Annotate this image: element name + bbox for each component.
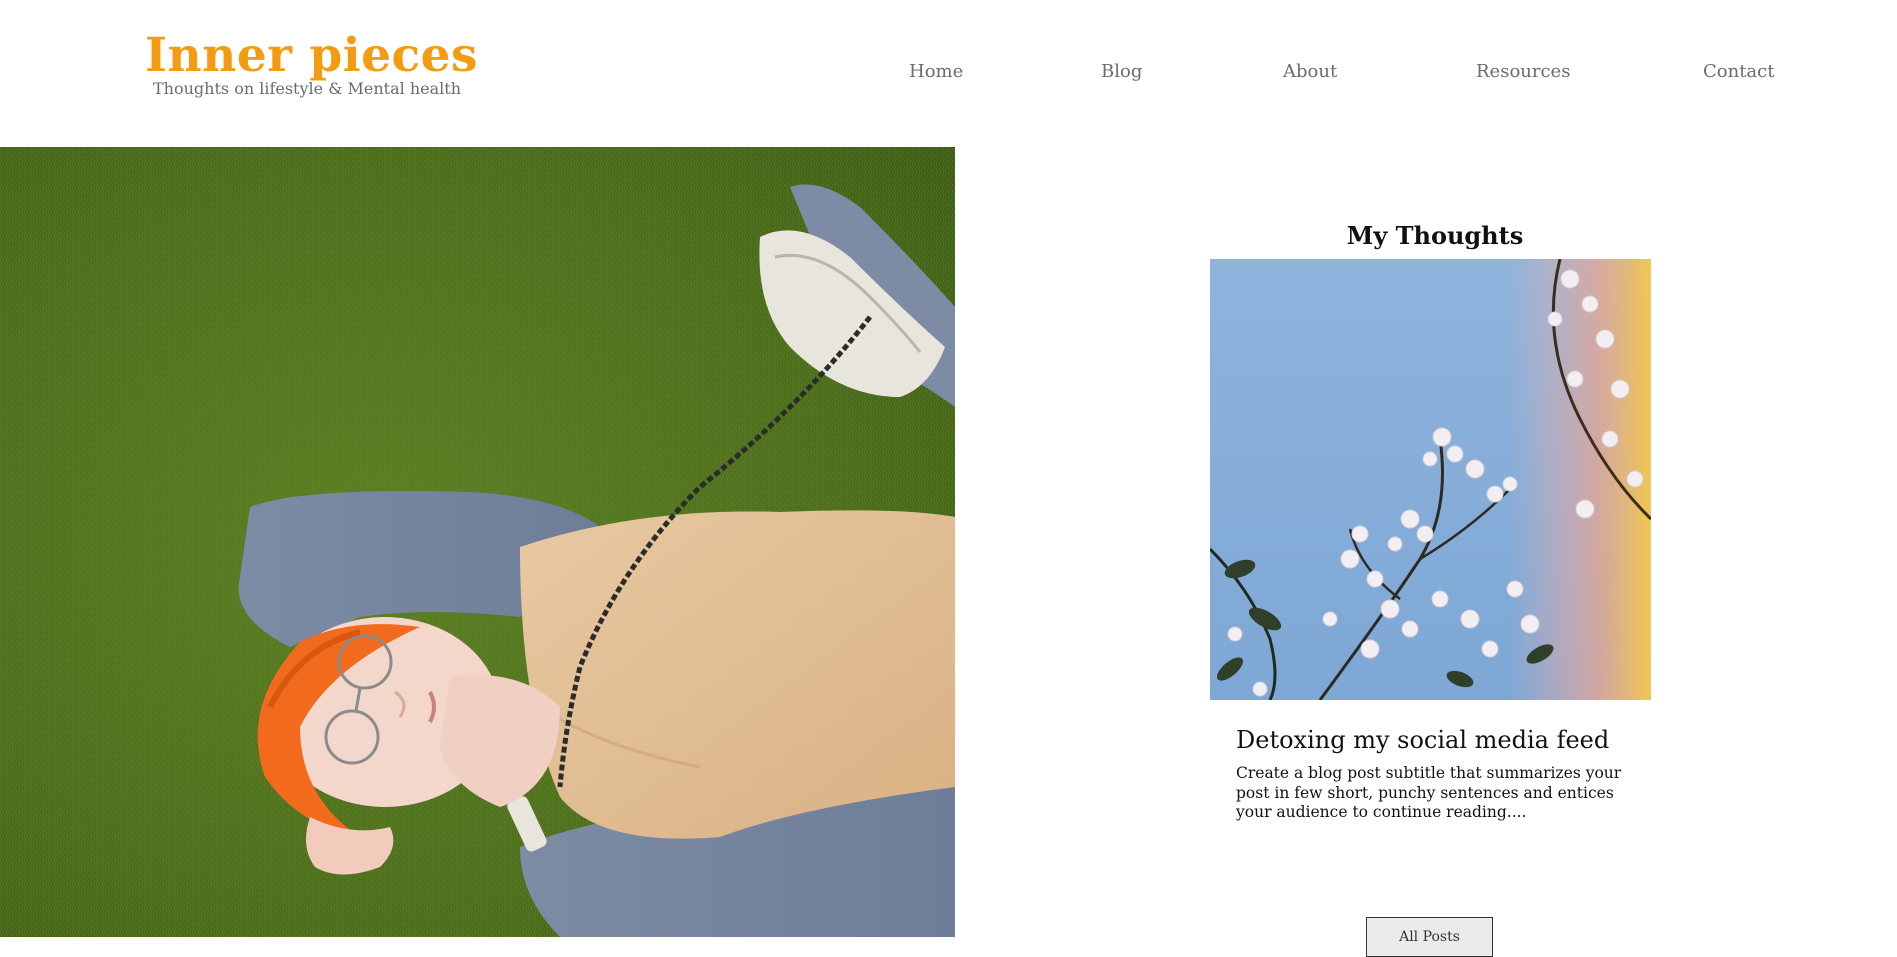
post-title[interactable]: Detoxing my social media feed xyxy=(1236,725,1646,755)
blossom-photo xyxy=(1210,259,1651,700)
post-cover-image[interactable] xyxy=(1210,259,1651,700)
hero-image xyxy=(0,147,955,937)
blog-post-card[interactable]: Detoxing my social media feed Create a b… xyxy=(1210,259,1651,859)
nav-item-contact[interactable]: Contact xyxy=(1703,60,1774,84)
nav-item-resources[interactable]: Resources xyxy=(1476,60,1570,84)
all-posts-button[interactable]: All Posts xyxy=(1366,917,1493,957)
post-excerpt: Create a blog post subtitle that summari… xyxy=(1236,764,1622,821)
nav-item-blog[interactable]: Blog xyxy=(1101,60,1142,84)
main-navigation: Home Blog About Resources Contact xyxy=(0,60,1897,84)
nav-item-about[interactable]: About xyxy=(1283,60,1337,84)
site-header: Inner pieces Thoughts on lifestyle & Men… xyxy=(0,0,1897,147)
nav-item-home[interactable]: Home xyxy=(909,60,963,84)
section-title: My Thoughts xyxy=(1346,221,1524,250)
hero-photo xyxy=(0,147,955,937)
